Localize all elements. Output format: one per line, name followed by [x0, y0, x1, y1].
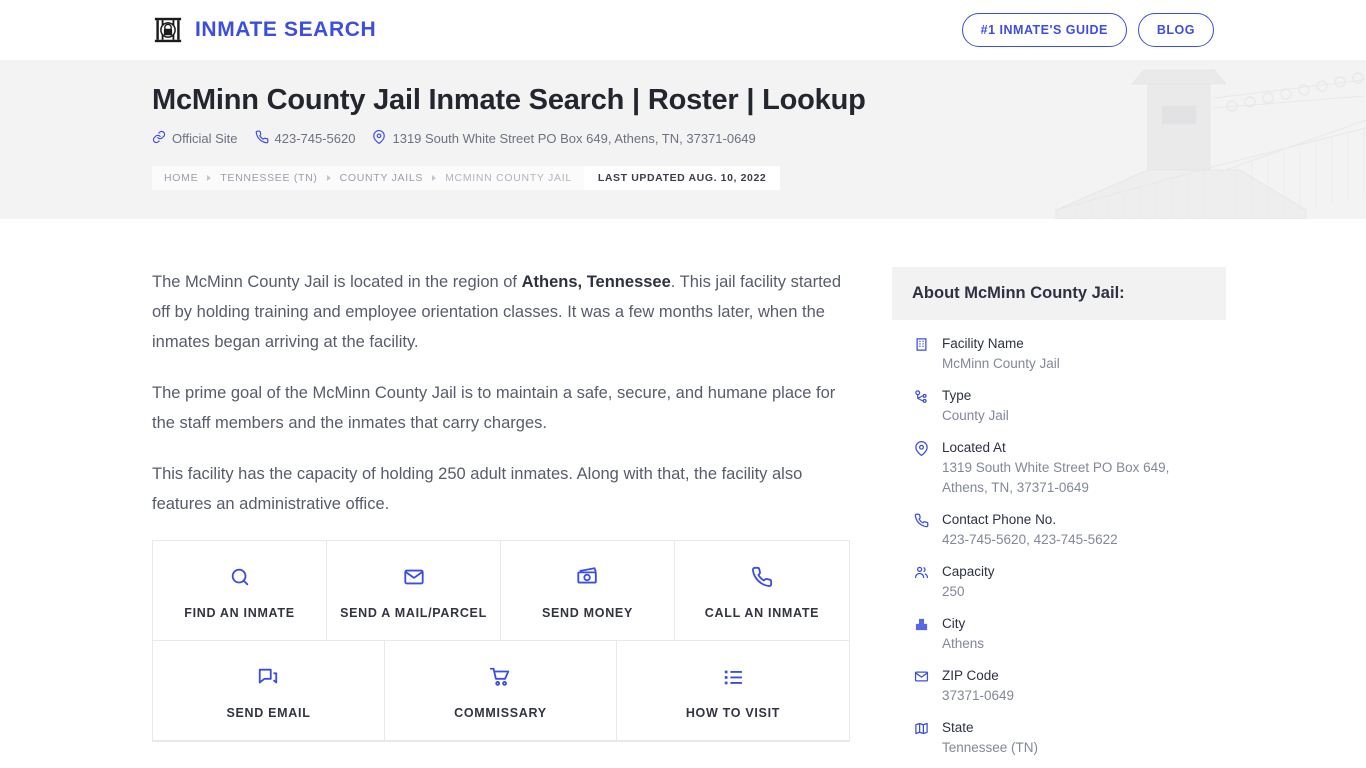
info-label: Contact Phone No.: [942, 512, 1057, 527]
search-icon: [229, 565, 251, 589]
info-row-facility-name: Facility Name McMinn County Jail: [912, 334, 1206, 374]
cart-icon: [489, 665, 511, 689]
info-value: 250: [942, 584, 965, 599]
sidebar: About McMinn County Jail: Facility Name …: [892, 267, 1226, 768]
hero-address-label: 1319 South White Street PO Box 649, Athe…: [392, 131, 756, 147]
blog-button[interactable]: BLOG: [1137, 13, 1214, 47]
people-icon: [912, 562, 930, 580]
tile-label: SEND MONEY: [541, 606, 634, 620]
info-label: Facility Name: [942, 336, 1024, 351]
info-row-city: City Athens: [912, 614, 1206, 654]
info-value: 37371-0649: [942, 688, 1015, 703]
paragraph-1-bold: Athens, Tennessee: [521, 273, 671, 291]
info-row-capacity: Capacity 250: [912, 562, 1206, 602]
hero-phone-link[interactable]: 423-745-5620: [255, 130, 356, 147]
paragraph-1-text-before: The McMinn County Jail is located in the…: [152, 273, 522, 291]
info-label: Located At: [942, 440, 1006, 455]
site-header: INMATE SEARCH #1 INMATE'S GUIDE BLOG: [0, 0, 1366, 60]
hero-phone-label: 423-745-5620: [274, 131, 356, 147]
info-label: ZIP Code: [942, 668, 999, 683]
tile-label: SEND EMAIL: [226, 706, 311, 720]
paragraph-2: The prime goal of the McMinn County Jail…: [152, 384, 836, 432]
chat-icon: [257, 665, 279, 689]
info-label: City: [942, 616, 966, 631]
breadcrumb-item-home[interactable]: HOME: [164, 172, 198, 184]
chevron-right-icon: [326, 175, 331, 182]
info-row-state: State Tennessee (TN): [912, 718, 1206, 758]
page-title: McMinn County Jail Inmate Search | Roste…: [152, 84, 866, 116]
tile-how-to-visit[interactable]: HOW TO VISIT: [616, 641, 849, 741]
info-row-located-at: Located At 1319 South White Street PO Bo…: [912, 438, 1206, 498]
info-row-type: Type County Jail: [912, 386, 1206, 426]
type-node-icon: [912, 386, 930, 404]
tile-label: SEND A MAIL/PARCEL: [340, 606, 487, 620]
brand-logo-link[interactable]: INMATE SEARCH: [152, 14, 376, 46]
jail-lock-icon: [152, 14, 184, 46]
info-label: State: [942, 720, 974, 735]
info-value: McMinn County Jail: [942, 356, 1060, 371]
map-pin-icon: [912, 438, 930, 456]
list-icon: [722, 665, 744, 689]
tile-label: COMMISSARY: [454, 706, 547, 720]
info-value: Athens: [942, 636, 985, 651]
tile-commissary[interactable]: COMMISSARY: [384, 641, 617, 741]
header-actions: #1 INMATE'S GUIDE BLOG: [961, 13, 1214, 47]
brand-name: INMATE SEARCH: [195, 18, 377, 41]
info-value: Tennessee (TN): [942, 740, 1039, 755]
map-pin-icon: [372, 130, 386, 147]
phone-icon: [751, 565, 773, 589]
info-row-zip-code: ZIP Code 37371-0649: [912, 666, 1206, 706]
city-icon: [912, 614, 930, 632]
official-site-link[interactable]: Official Site: [152, 130, 238, 147]
tile-label: FIND AN INMATE: [184, 606, 295, 620]
paragraph-1: The McMinn County Jail is located in the…: [152, 267, 850, 357]
hero-section: McMinn County Jail Inmate Search | Roste…: [0, 60, 1366, 219]
phone-icon: [255, 130, 269, 147]
link-icon: [152, 130, 166, 147]
info-value: County Jail: [942, 408, 1009, 423]
breadcrumb-item-mcminn-county-jail: MCMINN COUNTY JAIL: [445, 172, 572, 185]
paragraph-3: This facility has the capacity of holdin…: [152, 465, 803, 513]
info-value: 423-745-5620, 423-745-5622: [942, 532, 1118, 547]
last-updated-badge: LAST UPDATED AUG. 10, 2022: [583, 166, 781, 191]
envelope-icon: [912, 666, 930, 684]
map-icon: [912, 718, 930, 736]
chevron-right-icon: [207, 175, 212, 182]
building-icon: [912, 334, 930, 352]
about-facility-rows: Facility Name McMinn County Jail Type Co…: [892, 320, 1226, 768]
breadcrumb: HOME TENNESSEE (TN) COUNTY JAILS MCMINN …: [152, 166, 1214, 191]
inmates-guide-button[interactable]: #1 INMATE'S GUIDE: [961, 13, 1127, 47]
info-row-contact-phone: Contact Phone No. 423-745-5620, 423-745-…: [912, 510, 1206, 550]
page-body: The McMinn County Jail is located in the…: [0, 267, 1366, 768]
breadcrumb-item-county-jails[interactable]: COUNTY JAILS: [340, 172, 423, 184]
tile-call-an-inmate[interactable]: CALL AN INMATE: [675, 541, 849, 641]
info-label: Type: [942, 388, 972, 403]
envelope-icon: [403, 565, 425, 589]
tile-send-money[interactable]: SEND MONEY: [501, 541, 675, 641]
about-facility-card: About McMinn County Jail: Facility Name …: [892, 267, 1226, 768]
money-icon: [576, 565, 600, 589]
info-label: Capacity: [942, 564, 995, 579]
breadcrumb-item-tennessee[interactable]: TENNESSEE (TN): [220, 172, 317, 184]
phone-icon: [912, 510, 930, 528]
tile-send-email[interactable]: SEND EMAIL: [153, 641, 385, 741]
chevron-right-icon: [432, 175, 437, 182]
breadcrumb-track: HOME TENNESSEE (TN) COUNTY JAILS MCMINN …: [152, 166, 584, 191]
main-content: The McMinn County Jail is located in the…: [152, 267, 850, 742]
quick-action-tiles: FIND AN INMATE SEND A MAIL/PARCEL SEND M…: [152, 540, 850, 742]
tile-send-mail-parcel[interactable]: SEND A MAIL/PARCEL: [327, 541, 501, 641]
tile-label: CALL AN INMATE: [704, 606, 820, 620]
tile-find-an-inmate[interactable]: FIND AN INMATE: [153, 541, 327, 641]
about-facility-title: About McMinn County Jail:: [892, 267, 1226, 320]
tile-label: HOW TO VISIT: [685, 706, 781, 720]
info-value: 1319 South White Street PO Box 649, Athe…: [942, 460, 1170, 495]
official-site-label: Official Site: [172, 131, 238, 147]
hero-meta-row: Official Site 423-745-5620 1319 South Wh…: [152, 130, 1214, 147]
hero-address: 1319 South White Street PO Box 649, Athe…: [372, 130, 756, 147]
